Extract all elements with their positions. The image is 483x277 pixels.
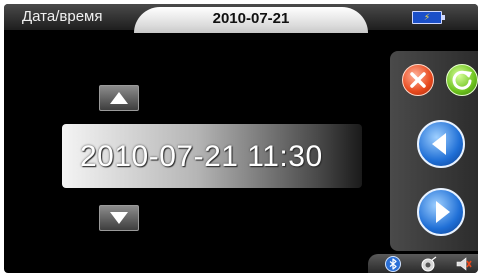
increment-button[interactable]: [99, 85, 139, 111]
refresh-icon: [452, 70, 472, 90]
chevron-left-icon: [432, 133, 446, 155]
date-tab: 2010-07-21: [134, 7, 368, 33]
charging-bolt-icon: ⚡: [423, 12, 431, 22]
arrow-down-icon: [110, 212, 128, 224]
bluetooth-icon[interactable]: [385, 256, 401, 272]
battery-icon: ⚡: [412, 11, 445, 24]
datetime-value: 2010-07-21 11:30: [80, 140, 323, 173]
close-icon: [410, 72, 426, 88]
datetime-display: 2010-07-21 11:30: [62, 124, 362, 188]
page-title: Дата/время: [22, 8, 103, 25]
current-date-label: 2010-07-21: [212, 10, 290, 27]
chevron-right-icon: [436, 201, 450, 223]
previous-button[interactable]: [417, 120, 465, 168]
arrow-up-icon: [110, 92, 128, 104]
next-button[interactable]: [417, 188, 465, 236]
refresh-button[interactable]: [446, 64, 478, 96]
gps-icon[interactable]: [421, 256, 437, 272]
title-bar: Дата/время 2010-07-21 ⚡: [4, 4, 478, 33]
volume-icon[interactable]: [456, 256, 472, 272]
decrement-button[interactable]: [99, 205, 139, 231]
close-button[interactable]: [402, 64, 434, 96]
datetime-settings-screen: Дата/время 2010-07-21 ⚡ 2010-07-21 11:30: [4, 4, 478, 273]
